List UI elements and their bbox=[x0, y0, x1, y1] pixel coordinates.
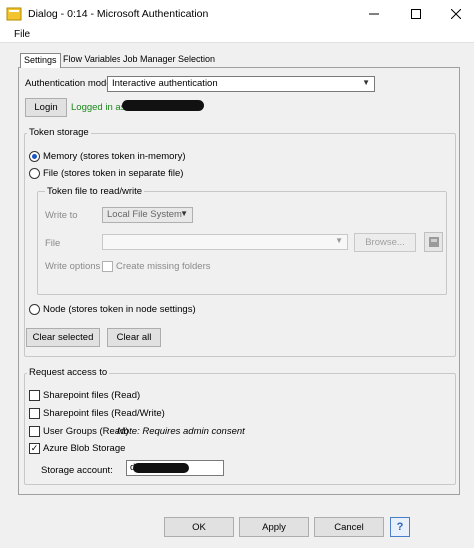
azure-blob-checkbox[interactable]: ✓ bbox=[29, 443, 40, 454]
write-to-label: Write to bbox=[45, 210, 78, 221]
help-icon[interactable]: ? bbox=[390, 517, 410, 537]
flow-variable-icon bbox=[428, 237, 439, 247]
auth-mode-label: Authentication mode: bbox=[25, 78, 115, 89]
file-path-label: File bbox=[45, 238, 61, 249]
storage-account-label: Storage account: bbox=[41, 465, 113, 476]
create-folders-checkbox[interactable] bbox=[102, 261, 113, 272]
write-to-value: Local File System bbox=[107, 209, 182, 220]
ok-button[interactable]: OK bbox=[164, 517, 234, 537]
clear-all-button[interactable]: Clear all bbox=[107, 328, 161, 347]
auth-mode-select[interactable]: Interactive authentication ▼ bbox=[107, 76, 375, 92]
menu-bar bbox=[0, 28, 474, 42]
token-storage-title: Token storage bbox=[27, 127, 91, 138]
admin-consent-note: Note: Requires admin consent bbox=[117, 426, 245, 437]
cancel-button[interactable]: Cancel bbox=[314, 517, 384, 537]
maximize-icon[interactable] bbox=[396, 0, 436, 28]
file-path-input[interactable]: ▼ bbox=[102, 234, 348, 250]
file-radio[interactable] bbox=[29, 168, 40, 179]
chevron-down-icon: ▼ bbox=[180, 209, 188, 218]
auth-mode-value: Interactive authentication bbox=[112, 78, 218, 89]
minimize-icon[interactable] bbox=[354, 0, 394, 28]
request-access-title: Request access to bbox=[27, 367, 110, 378]
redacted-storage-account bbox=[133, 463, 189, 473]
azure-blob-label: Azure Blob Storage bbox=[43, 443, 126, 454]
write-options-label: Write options bbox=[45, 261, 101, 272]
apply-button[interactable]: Apply bbox=[239, 517, 309, 537]
tab-job-manager-selection[interactable]: Job Manager Selection bbox=[120, 53, 219, 68]
window-title: Dialog - 0:14 - Microsoft Authentication bbox=[28, 8, 209, 20]
tab-settings[interactable]: Settings bbox=[20, 53, 61, 68]
flow-variable-button[interactable] bbox=[424, 232, 443, 252]
chevron-down-icon: ▼ bbox=[335, 236, 343, 245]
write-to-select[interactable]: Local File System ▼ bbox=[102, 207, 193, 223]
sharepoint-read-checkbox[interactable] bbox=[29, 390, 40, 401]
tab-flow-variables[interactable]: Flow Variables bbox=[60, 53, 125, 68]
file-label: File (stores token in separate file) bbox=[43, 168, 184, 179]
clear-selected-button[interactable]: Clear selected bbox=[26, 328, 100, 347]
browse-button[interactable]: Browse... bbox=[354, 233, 416, 252]
node-radio[interactable] bbox=[29, 304, 40, 315]
create-folders-label: Create missing folders bbox=[116, 261, 211, 272]
app-icon bbox=[6, 6, 22, 22]
sharepoint-readwrite-label: Sharepoint files (Read/Write) bbox=[43, 408, 165, 419]
menu-file[interactable]: File bbox=[14, 29, 30, 40]
login-button[interactable]: Login bbox=[25, 98, 67, 117]
sharepoint-readwrite-checkbox[interactable] bbox=[29, 408, 40, 419]
close-icon[interactable] bbox=[436, 0, 474, 28]
node-label: Node (stores token in node settings) bbox=[43, 304, 196, 315]
memory-label: Memory (stores token in-memory) bbox=[43, 151, 186, 162]
sharepoint-read-label: Sharepoint files (Read) bbox=[43, 390, 141, 401]
token-file-title: Token file to read/write bbox=[45, 186, 145, 197]
logged-in-status: Logged in as bbox=[71, 102, 126, 113]
user-groups-checkbox[interactable] bbox=[29, 426, 40, 437]
redacted-username bbox=[122, 100, 204, 111]
chevron-down-icon: ▼ bbox=[362, 78, 370, 87]
memory-radio[interactable] bbox=[29, 151, 40, 162]
user-groups-label: User Groups (Read) bbox=[43, 426, 129, 437]
